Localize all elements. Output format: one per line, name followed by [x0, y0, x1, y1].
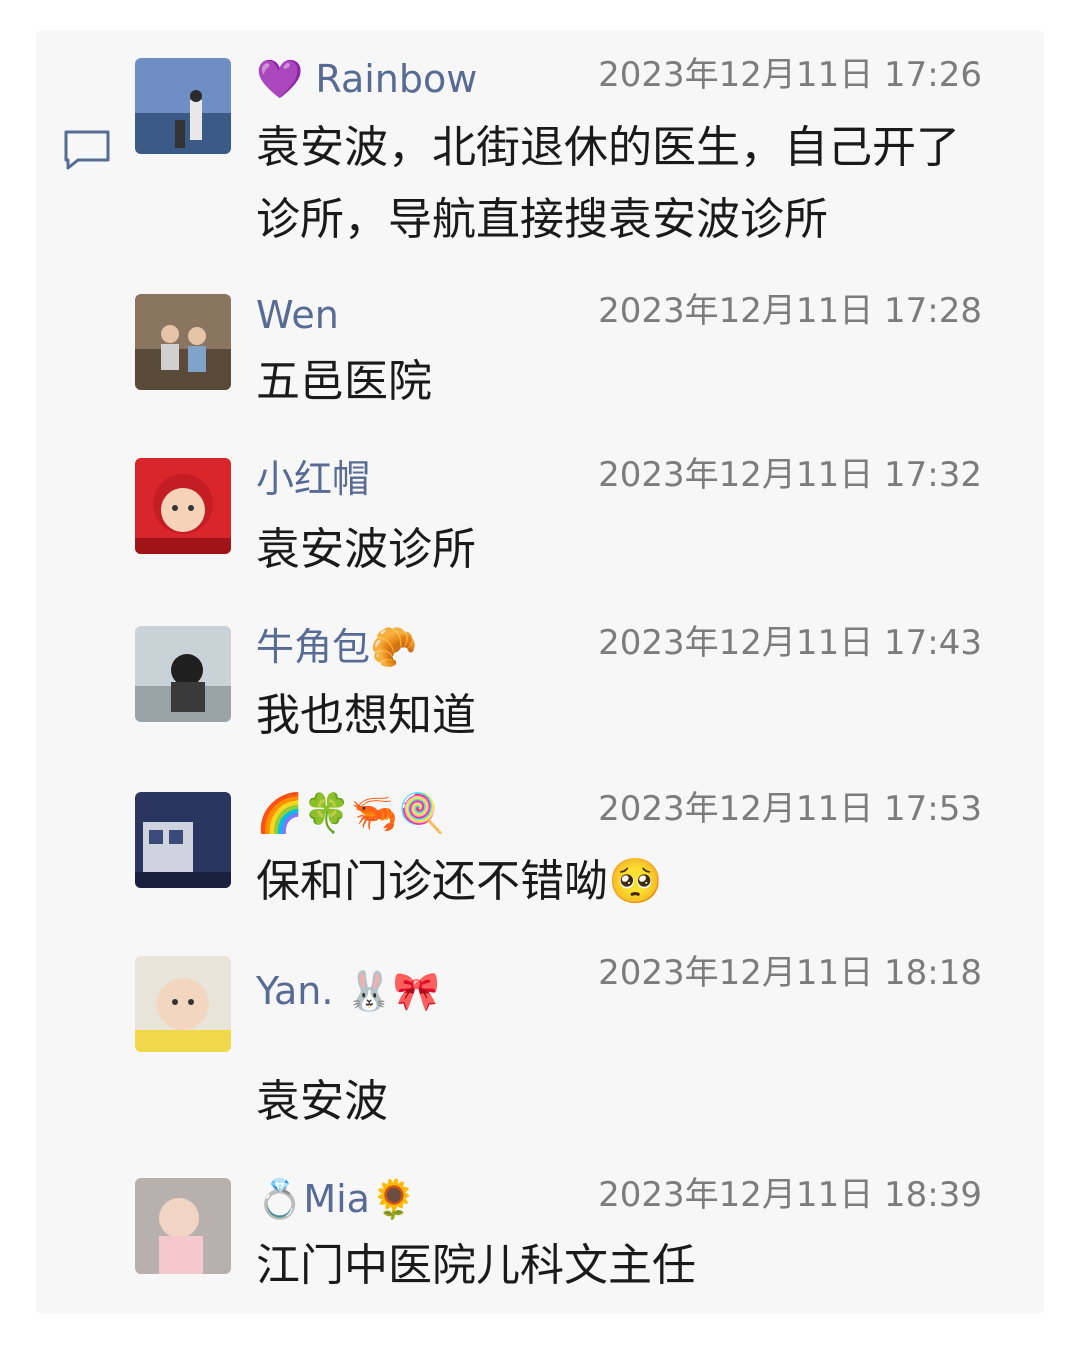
avatar[interactable]	[135, 956, 231, 1052]
avatar[interactable]	[135, 792, 231, 888]
avatar[interactable]	[135, 58, 231, 154]
commenter-name[interactable]: 🌈🍀🦐🍭	[256, 794, 445, 832]
comment-time: 2023年12月11日 17:26	[598, 55, 982, 95]
comment-text: 袁安波诊所	[256, 524, 476, 575]
commenter-name[interactable]: Yan. 🐰🎀	[256, 972, 440, 1010]
avatar[interactable]	[135, 294, 231, 390]
comment-time: 2023年12月11日 17:53	[598, 789, 982, 829]
comment-text: 我也想知道	[256, 690, 476, 741]
comment-time: 2023年12月11日 18:39	[598, 1175, 982, 1215]
comment-time: 2023年12月11日 18:18	[598, 953, 982, 993]
comment-time: 2023年12月11日 17:28	[598, 291, 982, 331]
commenter-name[interactable]: 牛角包🥐	[256, 628, 417, 666]
comment-text: 袁安波	[256, 1076, 388, 1127]
comment-time: 2023年12月11日 17:32	[598, 455, 982, 495]
comment-text: 保和门诊还不错呦🥺	[256, 856, 663, 907]
commenter-name[interactable]: 💍Mia🌻	[256, 1180, 417, 1218]
avatar[interactable]	[135, 1178, 231, 1274]
comment-text: 五邑医院	[256, 356, 432, 407]
commenter-name[interactable]: 💜 Rainbow	[256, 60, 477, 98]
commenter-name[interactable]: Wen	[256, 296, 339, 334]
comment-text: 江门中医院儿科文主任	[256, 1240, 696, 1291]
comment-text: 袁安波，北街退休的医生，自己开了诊所，导航直接搜袁安波诊所	[256, 122, 960, 245]
avatar[interactable]	[135, 458, 231, 554]
comment-bubble-icon	[64, 130, 110, 170]
comment-time: 2023年12月11日 17:43	[598, 623, 982, 663]
avatar[interactable]	[135, 626, 231, 722]
commenter-name[interactable]: 小红帽	[256, 460, 370, 498]
